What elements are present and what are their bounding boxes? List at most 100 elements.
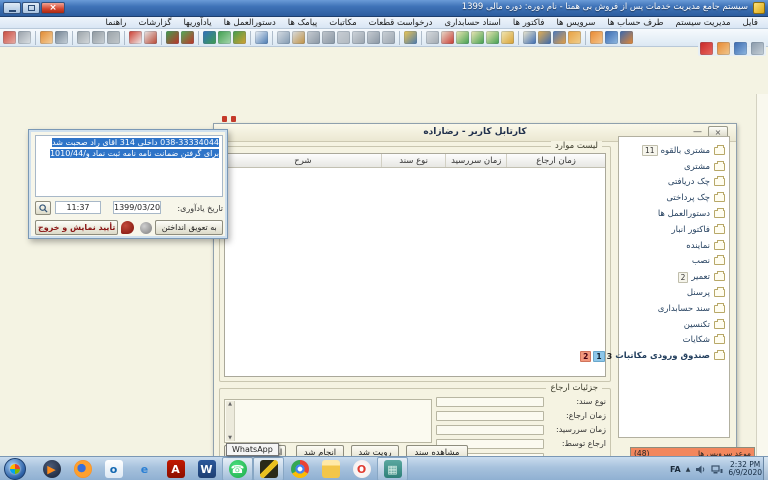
tree-item[interactable]: شکایات bbox=[619, 333, 729, 349]
search-button[interactable] bbox=[35, 201, 51, 215]
menu-item[interactable]: فاکتور ها bbox=[507, 18, 551, 28]
menu-item[interactable]: راهنما bbox=[100, 18, 133, 28]
postpone-button[interactable]: به تعویق انداختن bbox=[155, 220, 223, 235]
opera-icon[interactable]: O bbox=[346, 457, 377, 480]
tree-item[interactable]: فاکتور انبار bbox=[619, 222, 729, 238]
scroll-down-icon[interactable]: ▼ bbox=[228, 435, 232, 441]
tree-item[interactable]: چک پرداختی bbox=[619, 190, 729, 206]
invoice-people-icon[interactable] bbox=[538, 31, 551, 44]
scrollbar[interactable]: ▲▼ bbox=[226, 401, 235, 441]
doc-export-icon[interactable] bbox=[277, 31, 290, 44]
internet-explorer-icon[interactable]: e bbox=[129, 457, 160, 480]
tree-item[interactable]: سند حسابداری bbox=[619, 301, 729, 317]
menu-item[interactable]: درخواست قطعات bbox=[363, 18, 439, 28]
menu-item[interactable]: گزارشات bbox=[133, 18, 178, 28]
maximize-button[interactable] bbox=[22, 2, 40, 14]
menu-item[interactable]: سرویس ها bbox=[550, 18, 601, 28]
monitor-package-icon[interactable] bbox=[233, 31, 246, 44]
menu-item[interactable]: دستورالعمل ها bbox=[218, 18, 282, 28]
database-icon[interactable] bbox=[751, 42, 764, 55]
outlook-icon[interactable]: o bbox=[98, 457, 129, 480]
photo-app-icon[interactable]: ▦ bbox=[377, 457, 408, 480]
truck-icon[interactable] bbox=[307, 31, 320, 44]
person-slate-icon[interactable] bbox=[55, 31, 68, 44]
hardhat-red-icon[interactable] bbox=[129, 31, 142, 44]
table-column-header[interactable]: زمان ارجاع bbox=[506, 154, 605, 167]
bihamta-app-icon[interactable] bbox=[253, 457, 284, 480]
tree-item[interactable]: چک دریافتی bbox=[619, 175, 729, 191]
tree-item[interactable]: نماینده bbox=[619, 238, 729, 254]
menu-item[interactable]: فایل bbox=[737, 18, 764, 28]
truck-alt-icon[interactable] bbox=[322, 31, 335, 44]
menu-item[interactable]: مدیریت سیستم bbox=[670, 18, 737, 28]
machine-remove-icon[interactable] bbox=[107, 31, 120, 44]
invoice-cart-icon[interactable] bbox=[553, 31, 566, 44]
menu-item[interactable]: یادآوریها bbox=[177, 18, 217, 28]
file-explorer-icon[interactable] bbox=[315, 457, 346, 480]
table-column-header[interactable]: شرح bbox=[225, 154, 381, 167]
menu-item[interactable]: اسناد حسابداری bbox=[438, 18, 507, 28]
close-button[interactable]: × bbox=[41, 2, 65, 14]
monitor-user-icon[interactable] bbox=[203, 31, 216, 44]
confirm-show-exit-button[interactable]: تأیید نمایش و خروج bbox=[35, 220, 118, 235]
monitor-sync-icon[interactable] bbox=[218, 31, 231, 44]
whatsapp-icon[interactable]: ☎ bbox=[222, 457, 253, 480]
note-remove-icon[interactable] bbox=[471, 31, 484, 44]
reminder-date-input[interactable] bbox=[113, 201, 161, 214]
show-desktop-button[interactable] bbox=[763, 457, 768, 480]
hardhat-white-icon[interactable] bbox=[144, 31, 157, 44]
forklift-icon[interactable] bbox=[337, 31, 350, 44]
machine-icon[interactable] bbox=[77, 31, 90, 44]
chrome-icon[interactable] bbox=[284, 457, 315, 480]
menu-item[interactable]: پیامک ها bbox=[282, 18, 323, 28]
menu-item[interactable]: طرف حساب ها bbox=[601, 18, 669, 28]
reminder-time-input[interactable] bbox=[55, 201, 101, 214]
minimize-button[interactable] bbox=[3, 2, 21, 14]
people-blue-icon[interactable] bbox=[605, 31, 618, 44]
note-yellow-icon[interactable] bbox=[501, 31, 514, 44]
reminder-textbox[interactable]: 038-33334044 داخلی 314 اقای راد صحبت شد … bbox=[35, 135, 223, 197]
tree-item[interactable]: نصب bbox=[619, 254, 729, 270]
scroll-up-icon[interactable]: ▲ bbox=[228, 401, 232, 407]
menu-item[interactable]: مکاتبات bbox=[323, 18, 362, 28]
mail-gray-icon[interactable] bbox=[426, 31, 439, 44]
user-blue-icon[interactable] bbox=[734, 42, 747, 55]
hidden-icons-button[interactable]: ▲ bbox=[686, 466, 691, 473]
language-indicator[interactable]: FA bbox=[670, 465, 681, 474]
firefox-icon[interactable] bbox=[67, 457, 98, 480]
invoice-person-icon[interactable] bbox=[568, 31, 581, 44]
crate-icon[interactable] bbox=[352, 31, 365, 44]
detail-field-input[interactable] bbox=[436, 411, 544, 421]
doc-import-icon[interactable] bbox=[292, 31, 305, 44]
tree-item[interactable]: پرسنل bbox=[619, 285, 729, 301]
media-player-icon[interactable]: ▶ bbox=[36, 457, 67, 480]
tree-item[interactable]: مشتری بالقوه 11 bbox=[619, 143, 729, 159]
tree-item[interactable]: دستورالعمل ها bbox=[619, 206, 729, 222]
table-column-header[interactable]: زمان سررسید bbox=[445, 154, 506, 167]
note-money-icon[interactable] bbox=[486, 31, 499, 44]
clock[interactable]: 2:32 PM 6/9/2020 bbox=[728, 461, 762, 478]
note-add-icon[interactable] bbox=[456, 31, 469, 44]
tree-item[interactable]: مشتری bbox=[619, 159, 729, 175]
monitor-remove-icon[interactable] bbox=[166, 31, 179, 44]
machine-move-icon[interactable] bbox=[92, 31, 105, 44]
handtruck-icon[interactable] bbox=[382, 31, 395, 44]
detail-field-input[interactable] bbox=[436, 425, 544, 435]
invoice-blue-icon[interactable] bbox=[523, 31, 536, 44]
tree-item[interactable]: صندوق ورودی مکاتبات 3 1 2 bbox=[619, 348, 729, 364]
monitor-remove-alt-icon[interactable] bbox=[181, 31, 194, 44]
detail-field-input[interactable] bbox=[436, 397, 544, 407]
tree-item[interactable]: تعمیر 2 bbox=[619, 269, 729, 285]
network-icon[interactable] bbox=[711, 464, 723, 475]
start-button[interactable] bbox=[4, 458, 26, 480]
power-icon[interactable] bbox=[700, 42, 713, 55]
people-pair-icon[interactable] bbox=[620, 31, 633, 44]
person-red-icon[interactable] bbox=[3, 31, 16, 44]
table-body[interactable] bbox=[225, 168, 605, 376]
acrobat-icon[interactable]: A bbox=[160, 457, 191, 480]
document-search-icon[interactable] bbox=[255, 31, 268, 44]
word-icon[interactable]: W bbox=[191, 457, 222, 480]
person-orange-icon[interactable] bbox=[40, 31, 53, 44]
tree-item[interactable]: تکنسین bbox=[619, 317, 729, 333]
users-orange-icon[interactable] bbox=[717, 42, 730, 55]
